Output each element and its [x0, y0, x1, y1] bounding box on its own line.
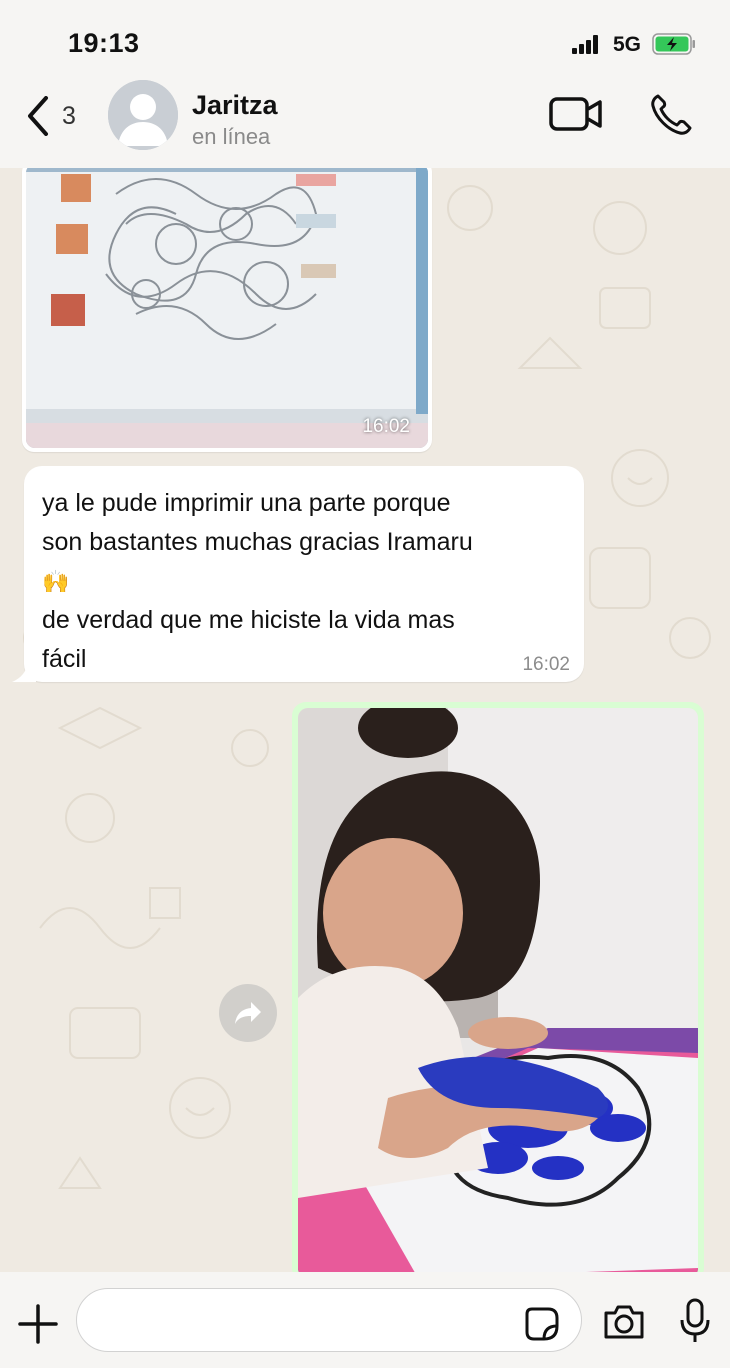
unread-count: 3 [62, 101, 76, 130]
status-bar: 19:13 5G [0, 0, 730, 80]
bubble-tail [12, 662, 36, 682]
message-time: 16:02 [522, 654, 570, 675]
message-input[interactable] [76, 1288, 582, 1352]
message-text-line: son bastantes muchas gracias Iramaru [42, 528, 473, 556]
child-painting-photo[interactable] [298, 708, 698, 1272]
sticker-icon[interactable] [524, 1306, 560, 1342]
message-text-line: fácil [42, 645, 87, 673]
incoming-text-message[interactable]: ya le pude imprimir una parte porque son… [12, 466, 584, 682]
worksheet-image [26, 168, 428, 448]
child-painting-image [298, 708, 698, 1272]
outgoing-image-message[interactable] [292, 702, 704, 1272]
forward-button[interactable] [219, 984, 277, 1042]
input-bar [0, 1272, 730, 1368]
message-time: 16:02 [362, 416, 410, 437]
raising-hands-emoji: 🙌 [42, 569, 70, 594]
network-label: 5G [613, 33, 642, 56]
chat-area[interactable]: 16:02 ya le pude imprimir una parte porq… [0, 168, 730, 1272]
message-text-line: de verdad que me hiciste la vida mas [42, 606, 455, 634]
maze-worksheet-photo[interactable]: 16:02 [26, 168, 428, 448]
battery-charging-icon [652, 33, 695, 55]
default-avatar-icon [108, 80, 178, 150]
contact-status: en línea [192, 124, 271, 149]
forward-icon [235, 1002, 261, 1024]
video-call-icon[interactable] [548, 94, 604, 134]
status-time: 19:13 [68, 28, 140, 58]
contact-name[interactable]: Jaritza [192, 90, 278, 121]
camera-icon[interactable] [602, 1304, 646, 1340]
back-button[interactable]: 3 [26, 94, 86, 138]
plus-icon[interactable] [18, 1304, 58, 1344]
chat-header: 3 Jaritza en línea [0, 80, 730, 168]
incoming-image-message[interactable]: 16:02 [22, 168, 432, 452]
phone-icon[interactable] [648, 92, 694, 138]
chevron-left-icon [28, 96, 48, 136]
microphone-icon[interactable] [680, 1298, 710, 1344]
avatar[interactable] [108, 80, 178, 150]
signal-icon [572, 34, 602, 54]
message-text-line: ya le pude imprimir una parte porque [42, 489, 451, 517]
